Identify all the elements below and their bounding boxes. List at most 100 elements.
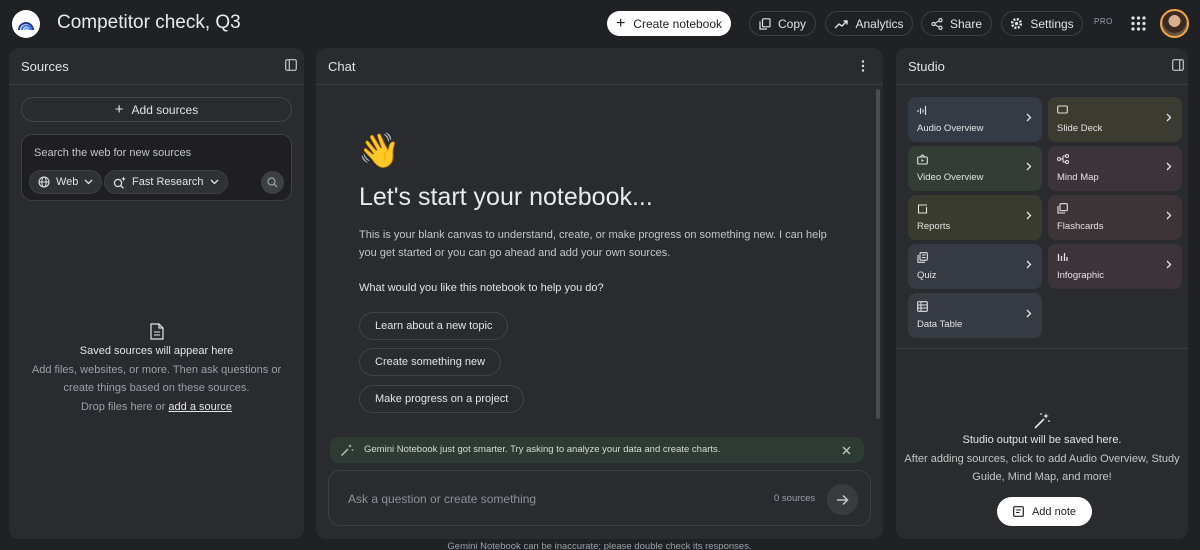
sparkle-search-icon [113,176,126,189]
studio-tile-audio-overview[interactable]: Audio Overview [908,97,1042,142]
studio-tile-mind-map[interactable]: Mind Map [1048,146,1182,191]
user-avatar[interactable] [1160,9,1189,38]
sources-empty-state: Saved sources will appear here Add files… [0,323,313,416]
wave-emoji: 👋 [358,132,401,170]
studio-tile-reports[interactable]: Reports [908,195,1042,240]
add-note-button[interactable]: Add note [997,497,1092,526]
chat-scrollbar[interactable] [876,89,880,419]
quiz-icon [917,252,928,263]
apps-grid-button[interactable] [1131,16,1146,31]
chat-input-box: Ask a question or create something 0 sou… [328,470,871,526]
chat-input[interactable]: Ask a question or create something [348,492,536,506]
magic-wand-icon [341,444,354,456]
mind-map-icon [1057,154,1069,164]
web-chip-label: Web [56,176,79,188]
copy-icon [759,17,771,30]
add-sources-button[interactable]: + Add sources [21,97,292,122]
apps-grid-icon [1131,16,1146,31]
chat-intro: This is your blank canvas to understand,… [359,229,827,259]
studio-empty-state: Studio output will be saved here. After … [896,412,1188,487]
drop-files-text: Drop files here or [80,400,166,413]
gear-icon [1011,17,1023,30]
sources-empty-line2: create things based on these sources. [63,382,250,394]
table-icon [917,301,928,312]
share-label: Share [949,16,983,31]
studio-tile-video-overview[interactable]: Video Overview [908,146,1042,191]
analytics-label: Analytics [855,16,904,31]
send-button[interactable] [827,484,858,515]
studio-tile-slide-deck[interactable]: Slide Deck [1048,97,1182,142]
add-source-link[interactable]: add a source [168,401,232,413]
sources-empty-line1: Add files, websites, or more. Then ask q… [31,363,282,376]
reports-icon [917,203,928,214]
add-note-label: Add note [1031,505,1077,518]
suggestion-chip[interactable]: Make progress on a project [359,385,525,413]
pro-badge: PRO [1094,17,1113,26]
web-source-dropdown[interactable]: Web [29,170,103,194]
notebook-title[interactable]: Competitor check, Q3 [57,12,241,34]
studio-tile-flashcards[interactable]: Flashcards [1048,195,1182,240]
research-mode-dropdown[interactable]: Fast Research [104,170,228,194]
sidebar-toggle-icon [285,59,297,71]
share-button[interactable]: Share [921,11,992,36]
infographic-icon [1057,253,1068,261]
settings-label: Settings [1030,16,1074,31]
tile-label: Slide Deck [1057,123,1103,134]
sidebar-toggle-icon [1172,59,1184,71]
studio-empty-line1: After adding sources, click to add Audio… [904,452,1180,465]
chevron-down-icon [210,179,218,185]
flashcards-icon [1057,203,1068,214]
chevron-right-icon [1026,113,1032,122]
web-search-input[interactable]: Search the web for new sources [34,147,191,159]
suggestion-chip[interactable]: Learn about a new topic [359,312,509,340]
banner-text: Gemini Notebook just got smarter. Try as… [364,444,721,455]
arrow-right-icon [837,494,849,505]
tile-label: Video Overview [917,172,984,183]
more-vert-icon [861,60,865,72]
globe-icon [38,176,50,188]
trending-up-icon [834,19,849,28]
chevron-right-icon [1166,113,1172,122]
chat-question: What would you like this notebook to hel… [359,282,604,294]
research-chip-label: Fast Research [132,176,204,188]
chevron-right-icon [1026,162,1032,171]
plus-icon: + [114,101,124,118]
chevron-right-icon [1166,260,1172,269]
studio-tile-quiz[interactable]: Quiz [908,244,1042,289]
announcement-banner: Gemini Notebook just got smarter. Try as… [330,437,864,463]
close-icon[interactable] [842,446,851,455]
collapse-studio-button[interactable] [1172,59,1184,71]
sources-title: Sources [21,59,69,74]
add-sources-label: Add sources [131,102,199,117]
tile-label: Infographic [1057,270,1105,281]
create-notebook-button[interactable]: + Create notebook [607,11,731,36]
settings-button[interactable]: Settings [1001,11,1083,36]
source-count: 0 sources [774,493,816,504]
web-search-box: Search the web for new sources Web Fast … [21,134,292,201]
search-icon [267,177,278,188]
sources-empty-title: Saved sources will appear here [79,345,234,357]
search-submit-button[interactable] [261,171,284,194]
chevron-down-icon [84,179,93,185]
chat-menu-button[interactable] [861,60,865,72]
studio-tile-data-table[interactable]: Data Table [908,293,1042,338]
suggestion-chip[interactable]: Create something new [359,348,502,376]
copy-label: Copy [777,16,806,31]
studio-empty-line2: Guide, Mind Map, and more! [972,471,1112,483]
app-logo[interactable] [12,10,40,38]
sources-empty-line3: Drop files here or add a source [0,398,313,417]
chat-title: Chat [328,59,356,74]
collapse-sources-button[interactable] [285,59,297,71]
tile-label: Reports [917,221,951,232]
chevron-right-icon [1026,260,1032,269]
copy-button[interactable]: Copy [749,11,816,36]
chevron-right-icon [1166,162,1172,171]
slides-icon [1057,105,1068,114]
analytics-button[interactable]: Analytics [825,11,913,36]
studio-title: Studio [908,59,945,74]
studio-tile-infographic[interactable]: Infographic [1048,244,1182,289]
chevron-right-icon [1166,211,1172,220]
share-icon [931,17,943,30]
tile-label: Data Table [917,319,963,330]
logo-icon [18,22,34,31]
